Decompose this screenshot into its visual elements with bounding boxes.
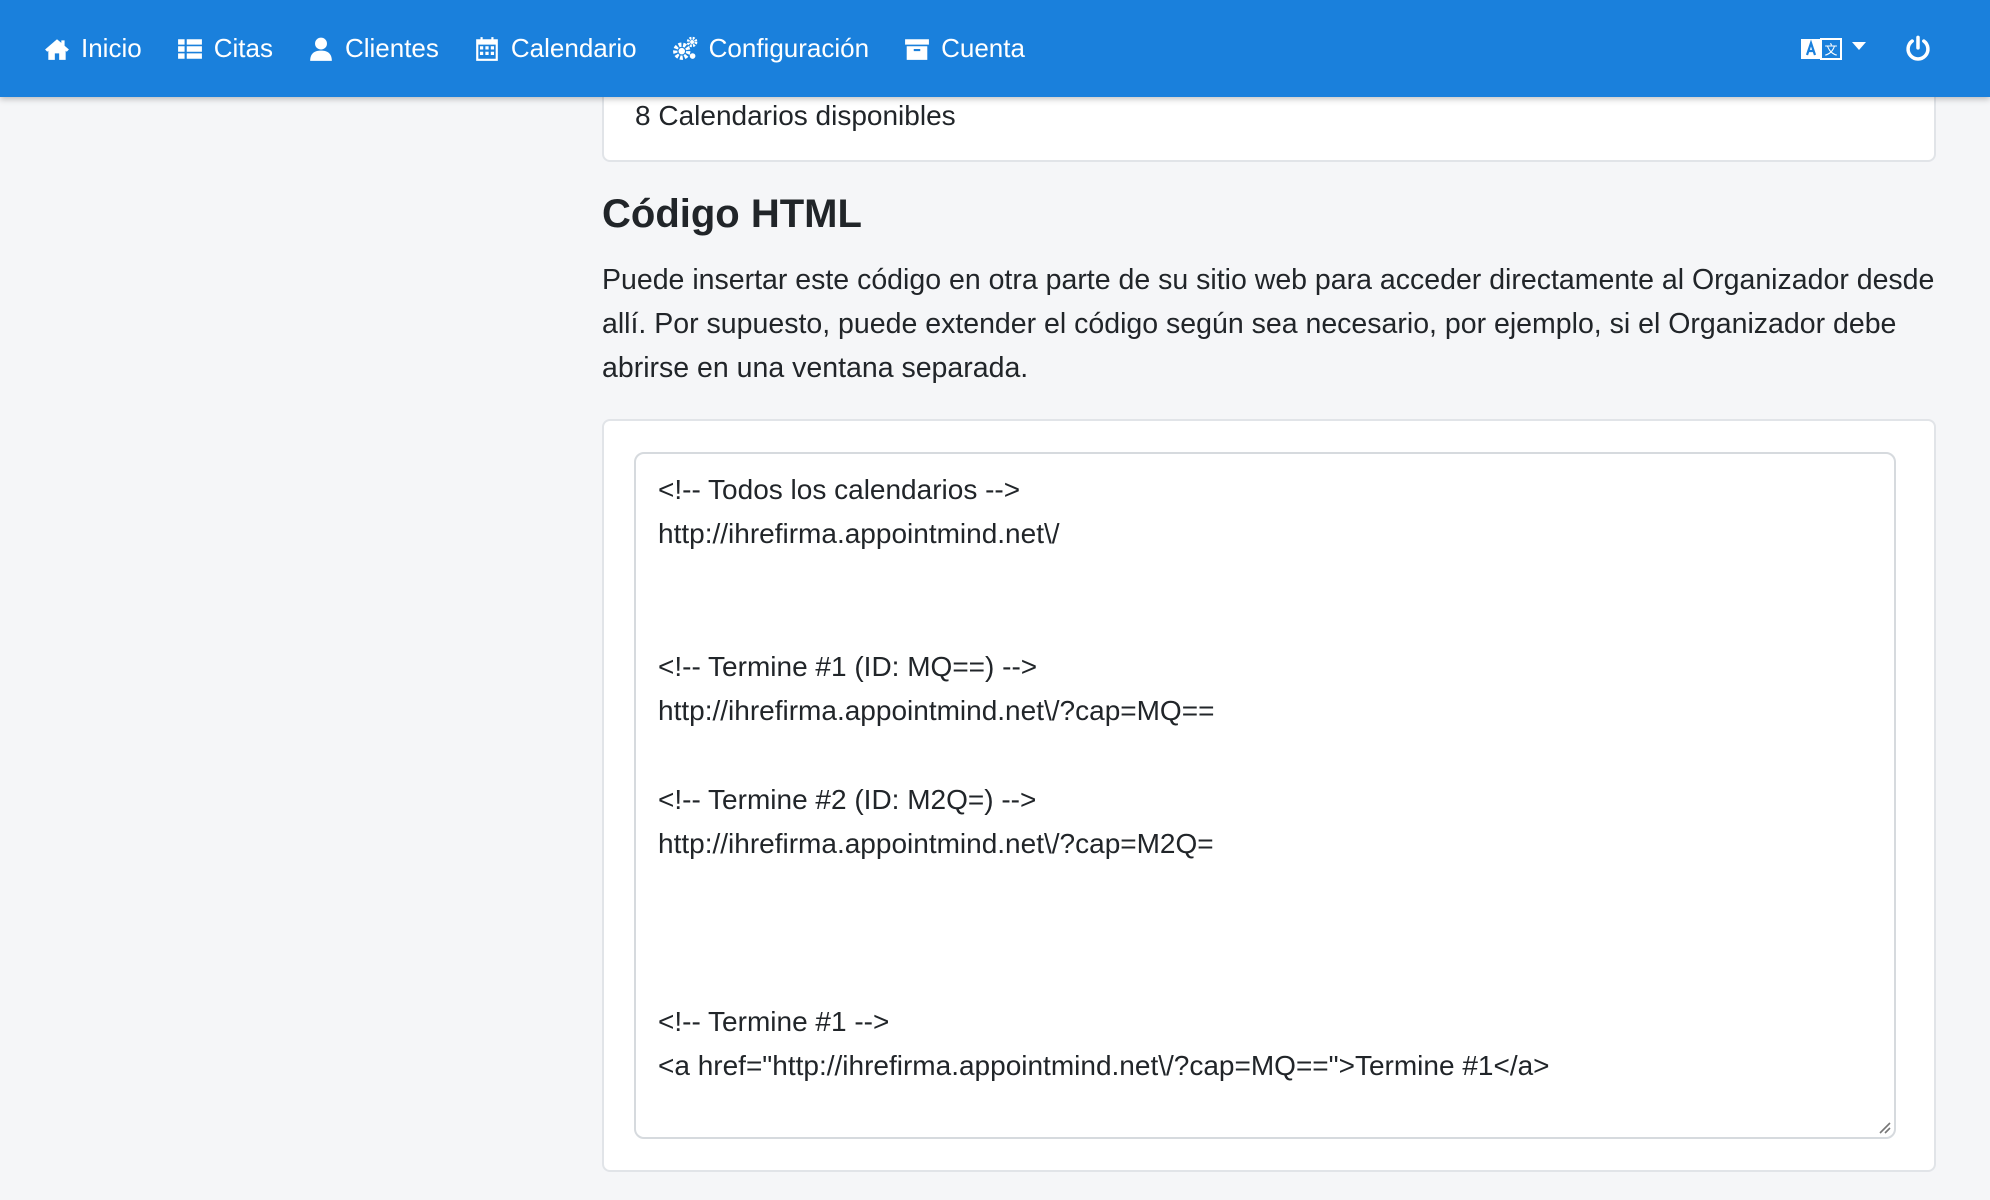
gears-icon xyxy=(672,36,697,60)
archive-icon xyxy=(905,38,929,60)
logout-button[interactable] xyxy=(1904,35,1932,63)
nav-item-clientes[interactable]: Clientes xyxy=(308,33,439,64)
calendars-count: 8 Calendarios disponibles xyxy=(635,100,956,131)
nav-item-label: Inicio xyxy=(81,33,142,63)
nav-right: 文 xyxy=(1800,0,1932,97)
chevron-down-icon xyxy=(1852,41,1866,50)
nav-item-cuenta[interactable]: Cuenta xyxy=(904,33,1025,64)
section-description: Puede insertar este código en otra parte… xyxy=(602,264,1935,384)
top-navbar: Inicio Citas Clientes Calendario Configu… xyxy=(0,0,1990,97)
list-icon xyxy=(177,38,202,59)
language-dropdown[interactable]: 文 xyxy=(1800,37,1866,61)
nav-item-label: Cuenta xyxy=(941,33,1025,63)
html-code-content[interactable]: <!-- Todos los calendarios --> http://ih… xyxy=(636,454,1894,1137)
calendar-icon xyxy=(476,36,498,61)
nav-item-citas[interactable]: Citas xyxy=(177,33,273,64)
power-icon xyxy=(1906,35,1930,61)
svg-text:文: 文 xyxy=(1824,43,1837,58)
nav-item-inicio[interactable]: Inicio xyxy=(44,33,142,64)
nav-item-calendario[interactable]: Calendario xyxy=(474,33,637,64)
home-icon xyxy=(45,38,69,60)
nav-item-label: Configuración xyxy=(708,33,870,63)
section-title: Código HTML xyxy=(602,192,862,236)
nav-item-configuracion[interactable]: Configuración xyxy=(672,33,869,64)
nav-item-label: Clientes xyxy=(344,33,439,63)
translate-icon: 文 xyxy=(1801,37,1842,60)
resize-handle-icon[interactable] xyxy=(1874,1117,1892,1135)
nav-menu: Inicio Citas Clientes Calendario Configu… xyxy=(44,0,1060,97)
nav-item-label: Citas xyxy=(213,33,273,63)
user-icon xyxy=(310,37,332,61)
html-code-card: <!-- Todos los calendarios --> http://ih… xyxy=(602,419,1936,1172)
html-code-textarea[interactable]: <!-- Todos los calendarios --> http://ih… xyxy=(634,452,1896,1139)
nav-item-label: Calendario xyxy=(510,33,637,63)
